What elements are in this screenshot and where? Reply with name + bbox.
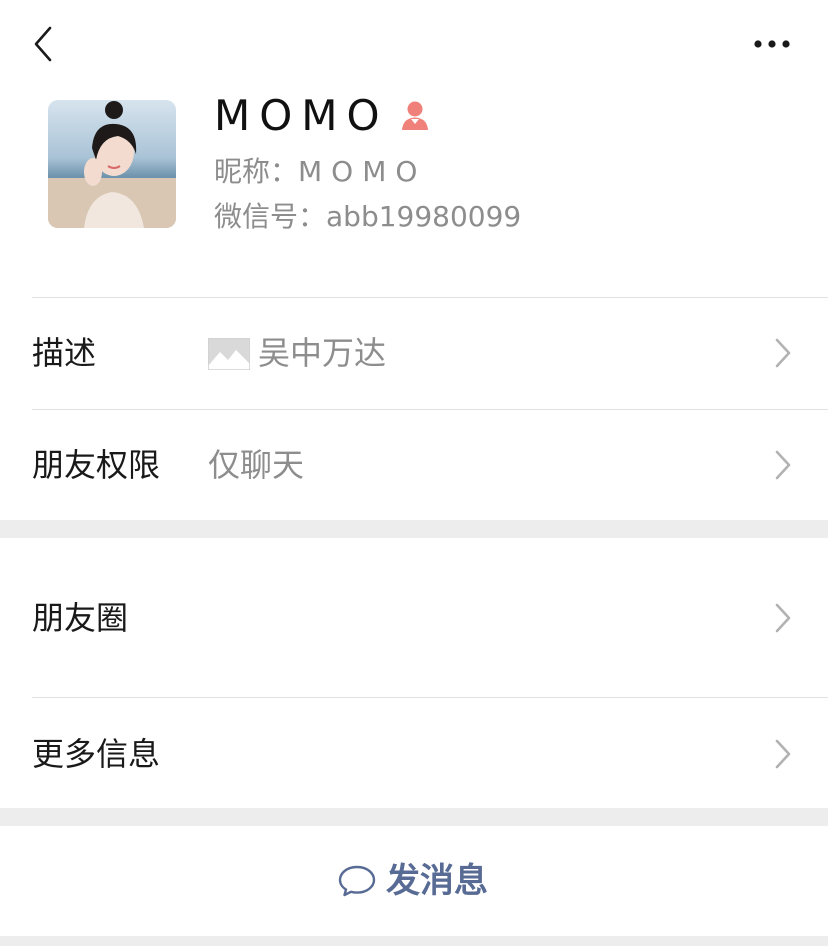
send-message-label: 发消息 [386,861,488,901]
wechat-id-label: 微信号： [214,200,327,233]
image-icon [208,338,250,370]
display-name: MOMO [214,91,389,140]
more-info-label: 更多信息 [32,735,161,773]
ellipsis-icon [754,40,790,48]
description-row[interactable]: 描述 吴中万达 [0,298,828,408]
moments-panel: 朋友圈 更多信息 [0,538,828,808]
more-info-row[interactable]: 更多信息 [0,699,828,809]
avatar[interactable] [48,100,176,228]
wechat-id-row: 微信号：abb19980099 [214,199,521,235]
nickname-label: 昵称： [214,155,299,188]
description-value: 吴中万达 [258,334,387,372]
send-message-button[interactable]: 发消息 [0,826,828,936]
permissions-row[interactable]: 朋友权限 仅聊天 [0,410,828,520]
permissions-label: 朋友权限 [32,446,161,484]
chevron-left-icon [34,26,52,62]
chevron-right-icon [775,450,791,480]
send-message-panel: 发消息 [0,826,828,936]
back-button[interactable] [26,24,66,64]
more-options-button[interactable] [748,26,796,62]
moments-row[interactable]: 朋友圈 [0,563,828,673]
nickname-row: 昵称：MOMO [214,154,426,190]
female-user-icon [399,99,431,131]
description-label: 描述 [32,334,97,372]
divider [32,697,828,698]
chevron-right-icon [775,338,791,368]
profile-panel: MOMO 昵称：MOMO 微信号：abb19980099 描述 吴中万达 朋友权… [0,0,828,520]
avatar-photo [48,100,176,228]
nickname-value: MOMO [298,155,427,188]
chevron-right-icon [775,739,791,769]
chat-bubble-icon [338,865,376,897]
chevron-right-icon [775,603,791,633]
permissions-value: 仅聊天 [208,446,305,484]
moments-label: 朋友圈 [32,599,129,637]
wechat-id-value: abb19980099 [326,200,522,233]
